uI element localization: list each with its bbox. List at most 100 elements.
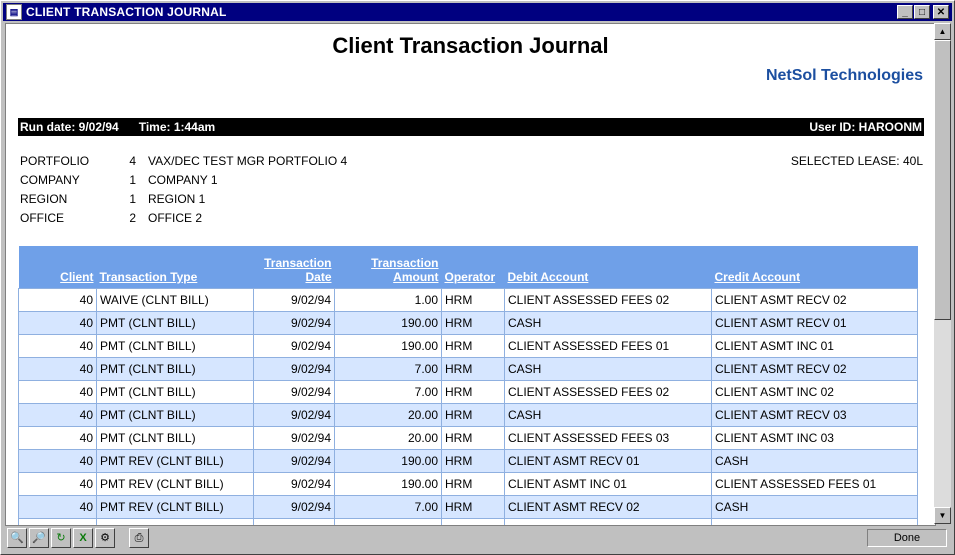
col-header-credit-account[interactable]: Credit Account	[711, 246, 918, 289]
cell-date: 9/02/94	[253, 288, 335, 312]
cell-credit-account: CASH	[711, 449, 918, 473]
cell-amount: 190.00	[334, 449, 442, 473]
col-header-transaction-type[interactable]: Transaction Type	[96, 246, 254, 289]
col-header-operator[interactable]: Operator	[441, 246, 505, 289]
cell-debit-account: CLIENT ASSESSED FEES 03	[504, 426, 712, 450]
excel-export-icon[interactable]: X	[73, 528, 93, 548]
cell-transaction-type: PMT (CLNT BILL)	[96, 426, 254, 450]
param-number: 2	[129, 211, 136, 225]
cell-transaction-type: PMT (CLNT BILL)	[96, 311, 254, 335]
status-bar: 🔍 🔎 ↻ X ⚙ ⎙ Done	[3, 526, 953, 554]
table-row[interactable]: 40 PMT (CLNT BILL) 9/02/94 190.00 HRM CASH CLI…	[18, 311, 918, 335]
scroll-thumb[interactable]	[934, 40, 951, 320]
selected-lease: SELECTED LEASE: 40L	[790, 154, 923, 168]
cell-operator: HRM	[441, 334, 505, 358]
param-row: REGION 1 REGION 1	[20, 192, 347, 211]
refresh-icon[interactable]: ↻	[51, 528, 71, 548]
param-value: REGION 1	[148, 192, 206, 206]
table-header-row: Client Transaction Type Transaction Date …	[18, 246, 918, 289]
cell-transaction-type: WAIVE (CLNT BILL)	[96, 288, 254, 312]
cell-date: 9/02/94	[253, 380, 335, 404]
scroll-up-button[interactable]: ▲	[934, 23, 951, 40]
cell-date: 9/02/94	[253, 357, 335, 381]
table-row[interactable]: 40 PMT (CLNT BILL) 9/02/94 7.00 HRM CASH CLIEN…	[18, 357, 918, 381]
table-row[interactable]: 40 PMT (CLNT BILL) 9/02/94 7.00 HRM CLIENT AS…	[18, 380, 918, 404]
maximize-button[interactable]: □	[914, 5, 930, 19]
cell-debit-account: CASH	[504, 357, 712, 381]
table-row[interactable]: 40 PMT REV (CLNT BILL) 9/02/94 190.00 HRM CLI…	[18, 472, 918, 496]
close-button[interactable]: ✕	[933, 5, 949, 19]
cell-credit-account: CLIENT ASMT INC 01	[711, 334, 918, 358]
cell-debit-account: CLIENT ASSESSED FEES 02	[504, 288, 712, 312]
cell-date: 9/02/94	[253, 495, 335, 519]
app-icon[interactable]: ▤	[6, 4, 22, 20]
page-setup-icon[interactable]: ⚙	[95, 528, 115, 548]
cell-debit-account: CLIENT ASMT INC 01	[504, 472, 712, 496]
cell-date: 9/02/94	[253, 518, 335, 525]
scroll-down-button[interactable]: ▼	[934, 507, 951, 524]
table-row[interactable]: 40 PMT (CLNT BILL) 9/02/94 20.00 HRM CLIENT A…	[18, 426, 918, 450]
status-done: Done	[867, 529, 947, 547]
cell-date: 9/02/94	[253, 311, 335, 335]
cell-transaction-type: PMT (CLNT BILL)	[96, 403, 254, 427]
cell-amount: 190.00	[334, 311, 442, 335]
table-row[interactable]: 40 WAIVE (CLNT BILL) 9/02/94 1.00 HRM CLIENT …	[18, 288, 918, 312]
cell-operator: HRM	[441, 403, 505, 427]
col-header-transaction-date[interactable]: Transaction Date	[253, 246, 335, 289]
minimize-button[interactable]: _	[897, 5, 913, 19]
cell-debit-account: CLIENT ASSESSED FEES 02	[504, 380, 712, 404]
run-time: Time: 1:44am	[138, 120, 216, 134]
print-icon[interactable]: ⎙	[129, 528, 149, 548]
report-viewport: Client Transaction Journal NetSol Techno…	[5, 23, 936, 526]
zoom-out-icon[interactable]: 🔍	[7, 528, 27, 548]
zoom-in-icon[interactable]: 🔎	[29, 528, 49, 548]
vertical-scrollbar[interactable]: ▲ ▼	[934, 23, 951, 524]
cell-credit-account: CLIENT ASMT INC 03	[711, 426, 918, 450]
cell-transaction-type: PMT (CLNT BILL)	[96, 380, 254, 404]
col-header-client[interactable]: Client	[18, 246, 97, 289]
cell-transaction-type: PMT (CLNT BILL)	[96, 357, 254, 381]
cell-transaction-type: PMT REV (CLNT BILL)	[96, 449, 254, 473]
table-row[interactable]: 40PMT REV (CLNT BILL)9/02/947.00HRMCLIEN…	[18, 495, 918, 519]
col-header-debit-account[interactable]: Debit Account	[504, 246, 712, 289]
param-row: OFFICE 2 OFFICE 2	[20, 211, 347, 230]
table-row[interactable]: 40 PMT REV (CLNT BILL) 9/02/94 190.00 HRM CLI…	[18, 449, 918, 473]
table-row[interactable]: 40 PMT (CLNT BILL) 9/02/94 20.00 HRM CASH CLIE…	[18, 403, 918, 427]
param-label: REGION	[20, 192, 68, 206]
title-bar[interactable]: ▤ CLIENT TRANSACTION JOURNAL _ □ ✕	[3, 3, 952, 21]
cell-amount: 190.00	[334, 472, 442, 496]
cell-credit-account: CLIENT ASMT RECV 02	[711, 288, 918, 312]
cell-operator: HRM	[441, 426, 505, 450]
col-header-date-line2: Date	[305, 270, 332, 284]
cell-credit-account: CLIENT ASSESSED FEES 02	[711, 518, 918, 525]
report-title: Client Transaction Journal	[332, 33, 609, 58]
table-row[interactable]: 40PMT REV (CLNT BILL)9/02/947.00HRMCLIEN…	[18, 518, 918, 525]
cell-debit-account: CLIENT ASSESSED FEES 01	[504, 334, 712, 358]
transaction-table: Client Transaction Type Transaction Date …	[18, 246, 918, 525]
param-value: OFFICE 2	[148, 211, 203, 225]
cell-credit-account: CLIENT ASMT RECV 02	[711, 357, 918, 381]
cell-date: 9/02/94	[253, 403, 335, 427]
cell-debit-account: CASH	[504, 311, 712, 335]
cell-debit-account: CLIENT ASMT RECV 02	[504, 495, 712, 519]
col-header-transaction-amount[interactable]: Transaction Amount	[334, 246, 442, 289]
cell-client: 40	[18, 472, 97, 496]
cell-amount: 1.00	[334, 288, 442, 312]
run-info-bar: Run date: 9/02/94 Time: 1:44am User ID: …	[18, 118, 924, 136]
cell-client: 40	[18, 426, 97, 450]
param-label: PORTFOLIO	[20, 154, 90, 168]
cell-amount: 190.00	[334, 334, 442, 358]
cell-operator: HRM	[441, 472, 505, 496]
param-number: 1	[129, 192, 136, 206]
param-number: 4	[129, 154, 136, 168]
cell-credit-account: CLIENT ASMT RECV 01	[711, 311, 918, 335]
cell-date: 9/02/94	[253, 334, 335, 358]
param-row: COMPANY 1 COMPANY 1	[20, 173, 347, 192]
table-row[interactable]: 40 PMT (CLNT BILL) 9/02/94 190.00 HRM CLIENT …	[18, 334, 918, 358]
cell-transaction-type: PMT REV (CLNT BILL)	[96, 495, 254, 519]
cell-operator: HRM	[441, 357, 505, 381]
cell-amount: 7.00	[334, 518, 442, 525]
cell-credit-account: CLIENT ASMT RECV 03	[711, 403, 918, 427]
param-value: COMPANY 1	[148, 173, 218, 187]
cell-amount: 20.00	[334, 426, 442, 450]
